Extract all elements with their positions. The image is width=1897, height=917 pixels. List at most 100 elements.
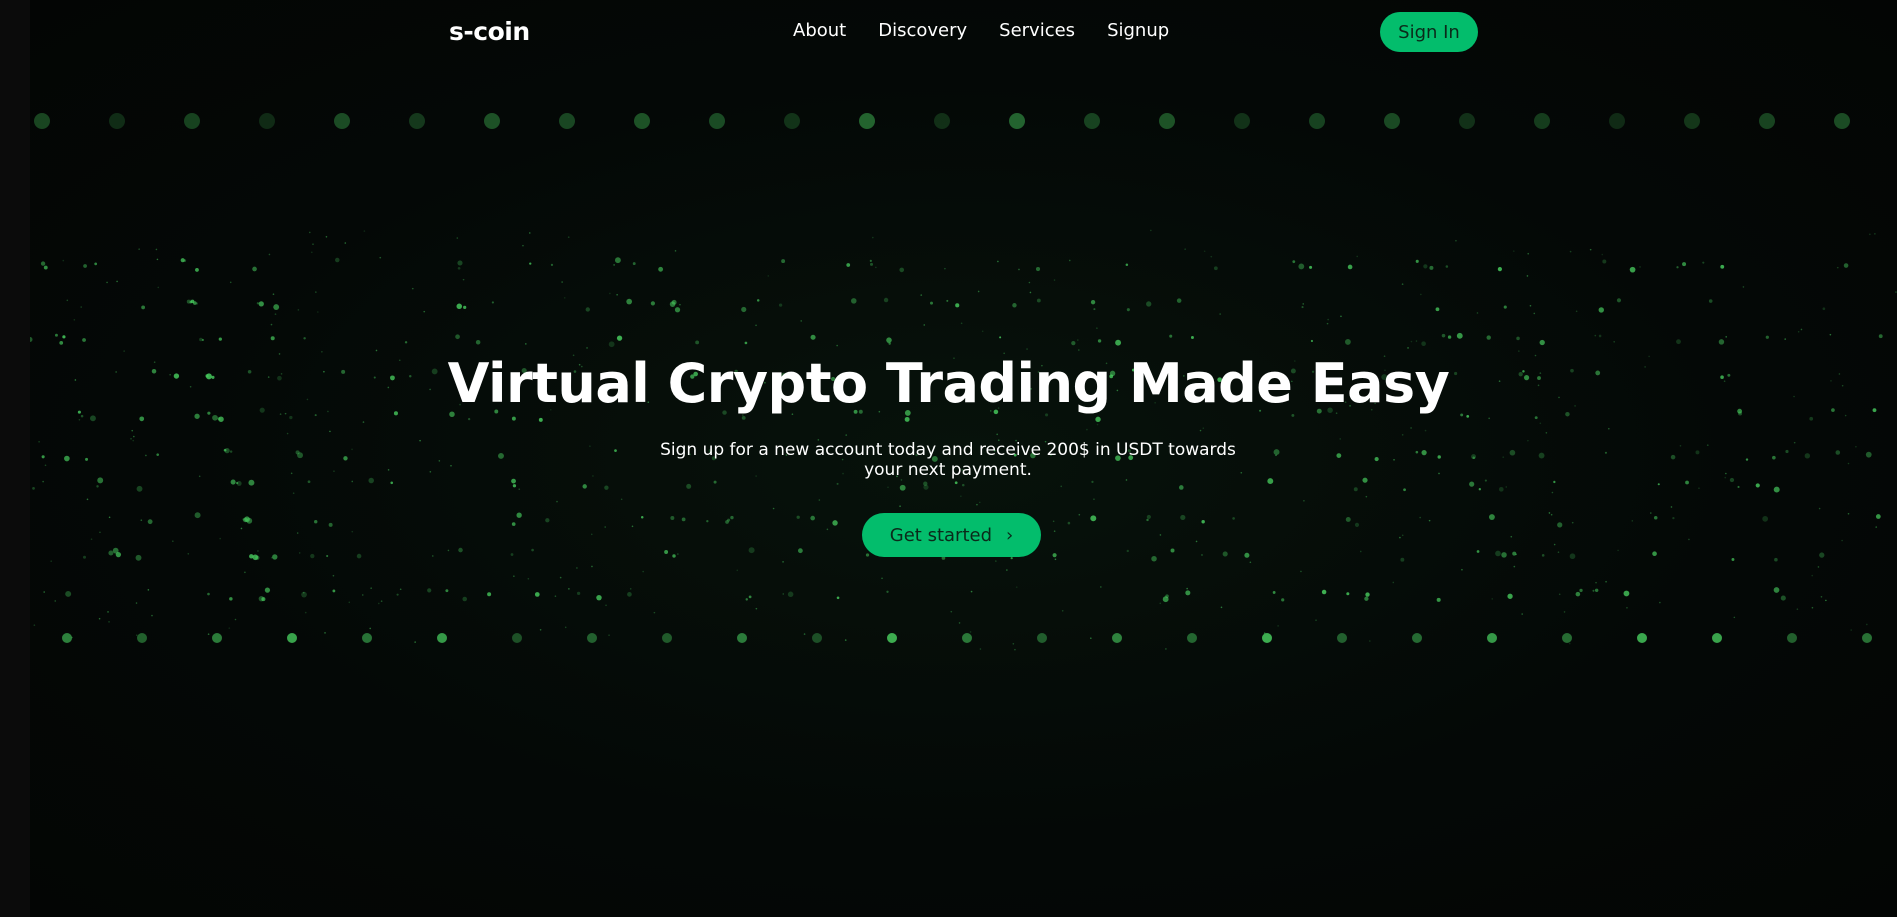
glow-dot bbox=[836, 344, 838, 347]
glow-dot bbox=[1829, 333, 1832, 336]
glow-dot bbox=[1498, 486, 1504, 492]
glow-dot bbox=[1234, 113, 1250, 129]
glow-dot bbox=[272, 293, 275, 296]
glow-dot bbox=[850, 298, 857, 304]
logo[interactable]: s-coin bbox=[449, 17, 530, 46]
glow-dot bbox=[431, 555, 434, 557]
glow-dot bbox=[634, 113, 650, 129]
glow-dot bbox=[1364, 596, 1369, 601]
glow-dot bbox=[387, 469, 390, 471]
glow-dot bbox=[1796, 608, 1799, 610]
glow-dot bbox=[1437, 455, 1441, 459]
glow-dot bbox=[1232, 517, 1235, 520]
glow-dot bbox=[1461, 568, 1463, 571]
glow-dot bbox=[246, 517, 253, 524]
glow-dot bbox=[343, 456, 348, 461]
glow-dot bbox=[252, 266, 257, 272]
get-started-button[interactable]: Get started › bbox=[862, 513, 1041, 557]
glow-dot bbox=[1834, 113, 1850, 129]
sign-in-button[interactable]: Sign In bbox=[1380, 12, 1478, 52]
glow-dot bbox=[955, 303, 960, 308]
glow-dot bbox=[1825, 599, 1827, 602]
glow-dot bbox=[80, 414, 84, 418]
glow-dot bbox=[1336, 453, 1342, 458]
glow-dot bbox=[756, 299, 760, 302]
glow-dot bbox=[620, 498, 623, 501]
glow-dot bbox=[1659, 601, 1661, 604]
glow-dot bbox=[681, 517, 686, 522]
glow-dot bbox=[1029, 291, 1032, 294]
glow-dot bbox=[1486, 335, 1491, 340]
glow-dot bbox=[368, 477, 374, 484]
glow-dot bbox=[1534, 113, 1550, 129]
glow-dot bbox=[1811, 574, 1814, 577]
glow-dot bbox=[1028, 281, 1031, 284]
glow-dot bbox=[304, 611, 307, 614]
glow-dot bbox=[229, 281, 232, 284]
glow-dot bbox=[1476, 312, 1479, 314]
glow-dot bbox=[1052, 553, 1057, 558]
nav-services[interactable]: Services bbox=[999, 20, 1075, 41]
glow-dot bbox=[538, 417, 543, 422]
glow-dot bbox=[781, 259, 786, 264]
glow-dot bbox=[1359, 550, 1362, 553]
glow-dot bbox=[511, 478, 516, 484]
glow-dot bbox=[130, 438, 132, 440]
glow-dot bbox=[1018, 268, 1020, 271]
glow-dot bbox=[363, 230, 366, 232]
glow-dot bbox=[1185, 590, 1191, 596]
glow-dot bbox=[1365, 495, 1368, 498]
glow-dot bbox=[131, 429, 134, 432]
nav-about[interactable]: About bbox=[793, 20, 846, 41]
glow-dot bbox=[844, 639, 847, 641]
glow-dot bbox=[1602, 259, 1607, 264]
glow-dot bbox=[1415, 450, 1419, 454]
glow-dot bbox=[1817, 566, 1820, 568]
glow-dot bbox=[1604, 451, 1607, 454]
glow-dot bbox=[218, 416, 224, 422]
glow-dot bbox=[859, 113, 875, 129]
glow-dot bbox=[1835, 450, 1841, 455]
glow-dot bbox=[1466, 414, 1470, 418]
glow-dot bbox=[1126, 308, 1130, 312]
glow-dot bbox=[1571, 521, 1574, 524]
glow-dot bbox=[1510, 535, 1513, 538]
glow-dot bbox=[1616, 298, 1622, 303]
glow-dot bbox=[194, 512, 201, 519]
glow-dot bbox=[1424, 429, 1427, 432]
glow-dot bbox=[886, 337, 892, 343]
glow-dot bbox=[970, 590, 973, 593]
glow-dot bbox=[1672, 516, 1675, 520]
glow-dot bbox=[744, 341, 748, 345]
glow-dot bbox=[664, 550, 669, 554]
glow-dot bbox=[1495, 550, 1501, 557]
glow-dot bbox=[96, 485, 99, 488]
glow-dot bbox=[1195, 540, 1198, 543]
glow-dot bbox=[568, 588, 570, 590]
glow-dot bbox=[1562, 633, 1572, 643]
glow-dot bbox=[41, 455, 45, 459]
glow-dot bbox=[219, 537, 221, 540]
glow-dot bbox=[1071, 341, 1076, 346]
glow-dot bbox=[32, 486, 35, 490]
glow-dot bbox=[960, 495, 962, 497]
glow-dot bbox=[438, 460, 441, 462]
glow-dot bbox=[1725, 336, 1727, 338]
glow-dot bbox=[653, 611, 656, 614]
glow-dot bbox=[325, 236, 328, 238]
glow-dot bbox=[1115, 339, 1122, 346]
glow-dot bbox=[1688, 538, 1690, 541]
glow-dot bbox=[1773, 486, 1780, 493]
glow-dot bbox=[109, 113, 125, 129]
glow-dot bbox=[298, 552, 301, 554]
nav-signup[interactable]: Signup bbox=[1107, 20, 1169, 41]
glow-dot bbox=[545, 518, 550, 523]
glow-dot bbox=[1539, 339, 1545, 346]
glow-dot bbox=[90, 538, 93, 540]
glow-dot bbox=[677, 553, 679, 555]
glow-dot bbox=[1401, 283, 1404, 285]
glow-dot bbox=[66, 299, 69, 302]
glow-dot bbox=[1527, 252, 1530, 255]
glow-dot bbox=[1569, 250, 1572, 253]
nav-discovery[interactable]: Discovery bbox=[878, 20, 967, 41]
